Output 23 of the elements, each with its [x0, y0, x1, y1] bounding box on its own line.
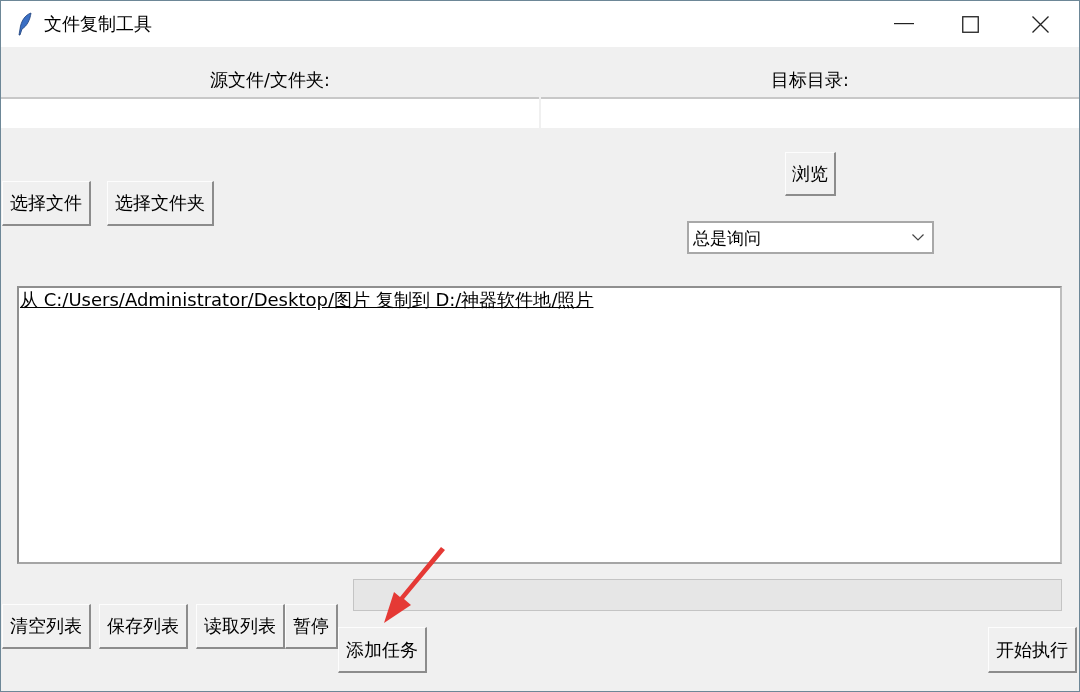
dropdown[interactable]: 总是询问 [686, 221, 934, 254]
clear-list-button[interactable]: 清空列表 [2, 604, 91, 649]
close-icon[interactable] [1032, 15, 1049, 33]
select-folder-button[interactable]: 选择文件夹 [107, 181, 214, 226]
window-title: 文件复制工具 [44, 12, 152, 36]
feather-icon [18, 12, 32, 36]
target-dir-field[interactable] [541, 97, 1079, 128]
add-task-button[interactable]: 添加任务 [338, 627, 427, 673]
source-path-field[interactable] [1, 97, 539, 128]
minimize-icon[interactable] [894, 23, 914, 25]
arrow-icon [382, 547, 448, 625]
target-label: 目标目录: [771, 69, 849, 91]
pause-button[interactable]: 暂停 [285, 604, 338, 649]
select-file-button[interactable]: 选择文件 [2, 181, 91, 226]
list-item[interactable]: 从 C:/Users/Administrator/Desktop/图片 复制到 D:/神器软件地/照片 [20, 289, 594, 310]
source-label: 源文件/文件夹: [210, 69, 330, 91]
chevron-down-icon [911, 234, 924, 241]
browse-button[interactable]: 浏览 [784, 152, 836, 196]
load-list-button[interactable]: 读取列表 [196, 604, 285, 649]
start-button[interactable]: 开始执行 [988, 627, 1077, 673]
save-list-button[interactable]: 保存列表 [99, 604, 188, 649]
task-list[interactable]: 从 C:/Users/Administrator/Desktop/图片 复制到 D:/神器软件地/照片 [17, 286, 1062, 564]
maximize-icon[interactable] [962, 15, 979, 33]
